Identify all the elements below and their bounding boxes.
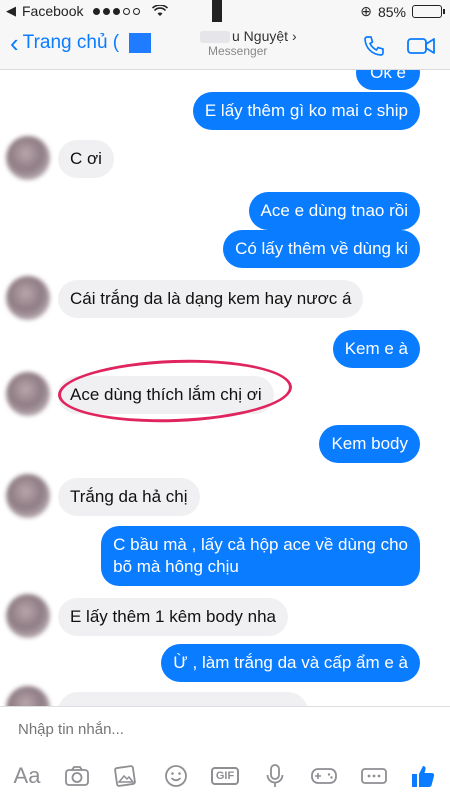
contact-avatar[interactable] (6, 594, 50, 638)
message-bubble-incoming[interactable]: E lấy thêm 1 kêm body nha (58, 598, 289, 636)
message-list[interactable]: Ok e E lấy thêm gì ko mai c ship C ơi Ac… (0, 70, 450, 706)
header-actions (362, 34, 436, 58)
contact-title[interactable]: u Nguyệt › Messenger (200, 28, 297, 58)
message-bubble-outgoing[interactable]: Ừ , làm trắng da và cấp ẩm e à (161, 644, 420, 682)
message-bubble-outgoing[interactable]: Có lấy thêm về dùng ki (223, 230, 420, 268)
message-input[interactable] (18, 721, 418, 738)
message-bubble-outgoing[interactable]: Kem e à (332, 330, 420, 368)
chevron-left-icon: ‹ (10, 28, 19, 58)
contact-subtitle: Messenger (208, 44, 268, 58)
games-button[interactable] (307, 761, 341, 791)
gif-icon: GIF (210, 767, 240, 785)
message-bubble-outgoing[interactable]: Kem body (319, 425, 420, 463)
camera-icon (64, 766, 89, 786)
message-bubble-outgoing[interactable]: Ok e (356, 70, 420, 90)
contact-avatar[interactable] (6, 474, 50, 518)
message-bubble-incoming[interactable]: Cái trắng da là dạng kem hay nươc á (58, 280, 364, 318)
message-bubble-incoming[interactable]: C ơi (58, 140, 114, 178)
status-bar: ◀ Facebook ⊕ 85% (0, 0, 450, 24)
back-label: Trang chủ ( (22, 32, 120, 53)
camera-button[interactable] (60, 761, 94, 791)
battery-percent: 85% (377, 3, 406, 20)
composer-toolbar: Aa GIF (0, 761, 450, 791)
gallery-button[interactable] (109, 761, 143, 791)
more-button[interactable] (357, 761, 391, 791)
message-line: bõ mà hông chịu (113, 557, 239, 576)
chevron-right-icon: › (291, 28, 297, 44)
signal-strength-icon (93, 7, 141, 15)
contact-avatar[interactable] (6, 686, 50, 706)
message-bubble-incoming[interactable]: Trắng da hả chị (58, 478, 200, 516)
wifi-icon (152, 5, 169, 16)
photo-gallery-icon (114, 765, 136, 787)
phone-icon[interactable] (362, 34, 386, 58)
more-icon (360, 768, 387, 784)
microphone-icon (266, 764, 283, 787)
orientation-lock-icon: ⊕ (360, 3, 372, 19)
sticker-button[interactable] (159, 761, 193, 791)
status-left: ◀ Facebook (6, 3, 169, 19)
like-button[interactable] (406, 761, 440, 791)
text-format-button[interactable]: Aa (10, 761, 44, 791)
composer-bar: Aa GIF (0, 706, 450, 800)
contact-avatar[interactable] (6, 372, 50, 416)
message-bubble-outgoing[interactable]: Ace e dùng tnao rồi (248, 192, 420, 230)
battery-icon (412, 5, 445, 18)
message-bubble-incoming-partial[interactable] (58, 692, 308, 706)
smiley-icon (164, 765, 187, 787)
back-button[interactable]: ‹ Trang chủ ( (10, 28, 152, 58)
video-call-icon[interactable] (406, 34, 436, 58)
voice-button[interactable] (258, 761, 292, 791)
thumbs-up-icon (412, 766, 435, 787)
back-to-app-label[interactable]: Facebook (22, 3, 83, 19)
contact-avatar[interactable] (6, 276, 50, 320)
message-bubble-incoming[interactable]: Ace dùng thích lắm chị ơi (58, 376, 274, 414)
status-right: ⊕ 85% (360, 3, 445, 20)
conversation-header: ‹ Trang chủ ( u Nguyệt › Messenger (0, 24, 450, 70)
gamepad-icon (311, 768, 337, 784)
message-bubble-outgoing[interactable]: C bầu mà , lấy cả hộp ace về dùng cho bõ… (101, 526, 420, 586)
message-line: C bầu mà , lấy cả hộp ace về dùng cho (113, 535, 408, 554)
contact-avatar[interactable] (6, 136, 50, 180)
redaction-bar (212, 0, 222, 22)
redaction-box (129, 33, 152, 53)
back-to-app-arrow-icon[interactable]: ◀ (6, 3, 16, 19)
gif-button[interactable]: GIF (208, 761, 242, 791)
contact-name: u Nguyệt › (200, 28, 297, 44)
message-bubble-outgoing[interactable]: E lấy thêm gì ko mai c ship (192, 92, 420, 130)
